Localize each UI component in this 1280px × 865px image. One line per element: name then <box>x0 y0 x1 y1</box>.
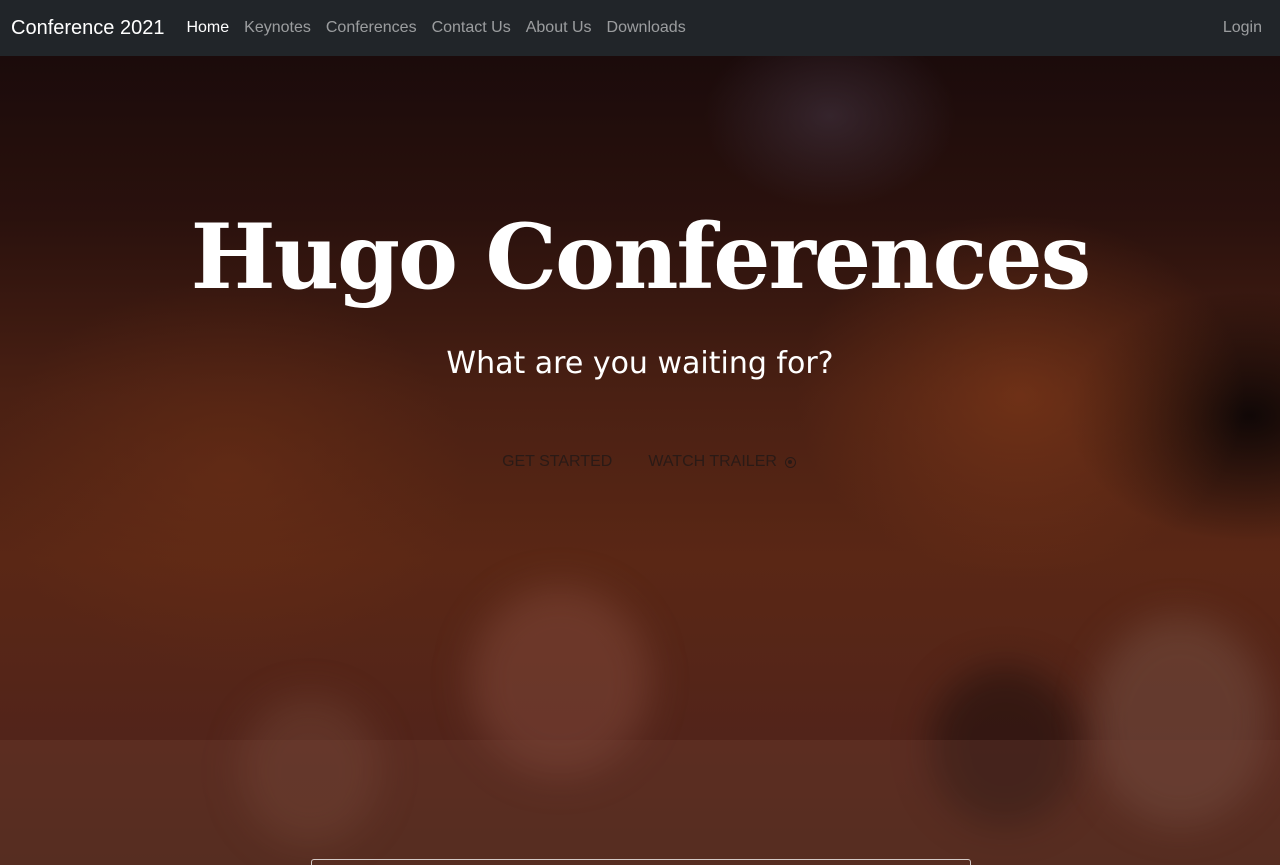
play-circle-icon <box>784 456 796 468</box>
hero-section: Hugo Conferences What are you waiting fo… <box>0 56 1280 865</box>
get-started-button[interactable]: GET STARTED <box>502 453 612 471</box>
nav-link-keynotes[interactable]: Keynotes <box>244 19 311 37</box>
nav-link-conferences[interactable]: Conferences <box>326 19 417 37</box>
login-link[interactable]: Login <box>1223 19 1262 37</box>
lower-band <box>0 740 1280 865</box>
nav-link-home[interactable]: Home <box>186 19 229 37</box>
watch-trailer-label: WATCH TRAILER <box>648 453 777 470</box>
hero-actions: GET STARTED WATCH TRAILER <box>0 453 1280 471</box>
hero-subtitle: What are you waiting for? <box>446 346 834 381</box>
nav-link-contact-us[interactable]: Contact Us <box>432 19 511 37</box>
nav-link-downloads[interactable]: Downloads <box>607 19 686 37</box>
hero-title: Hugo Conferences <box>190 204 1092 310</box>
watch-trailer-button[interactable]: WATCH TRAILER <box>648 453 796 471</box>
nav-links: Home Keynotes Conferences Contact Us Abo… <box>186 19 700 37</box>
brand-link[interactable]: Conference 2021 <box>11 17 164 40</box>
nav-link-about-us[interactable]: About Us <box>526 19 592 37</box>
navbar: Conference 2021 Home Keynotes Conference… <box>0 0 1280 56</box>
content-card-edge <box>311 859 971 865</box>
